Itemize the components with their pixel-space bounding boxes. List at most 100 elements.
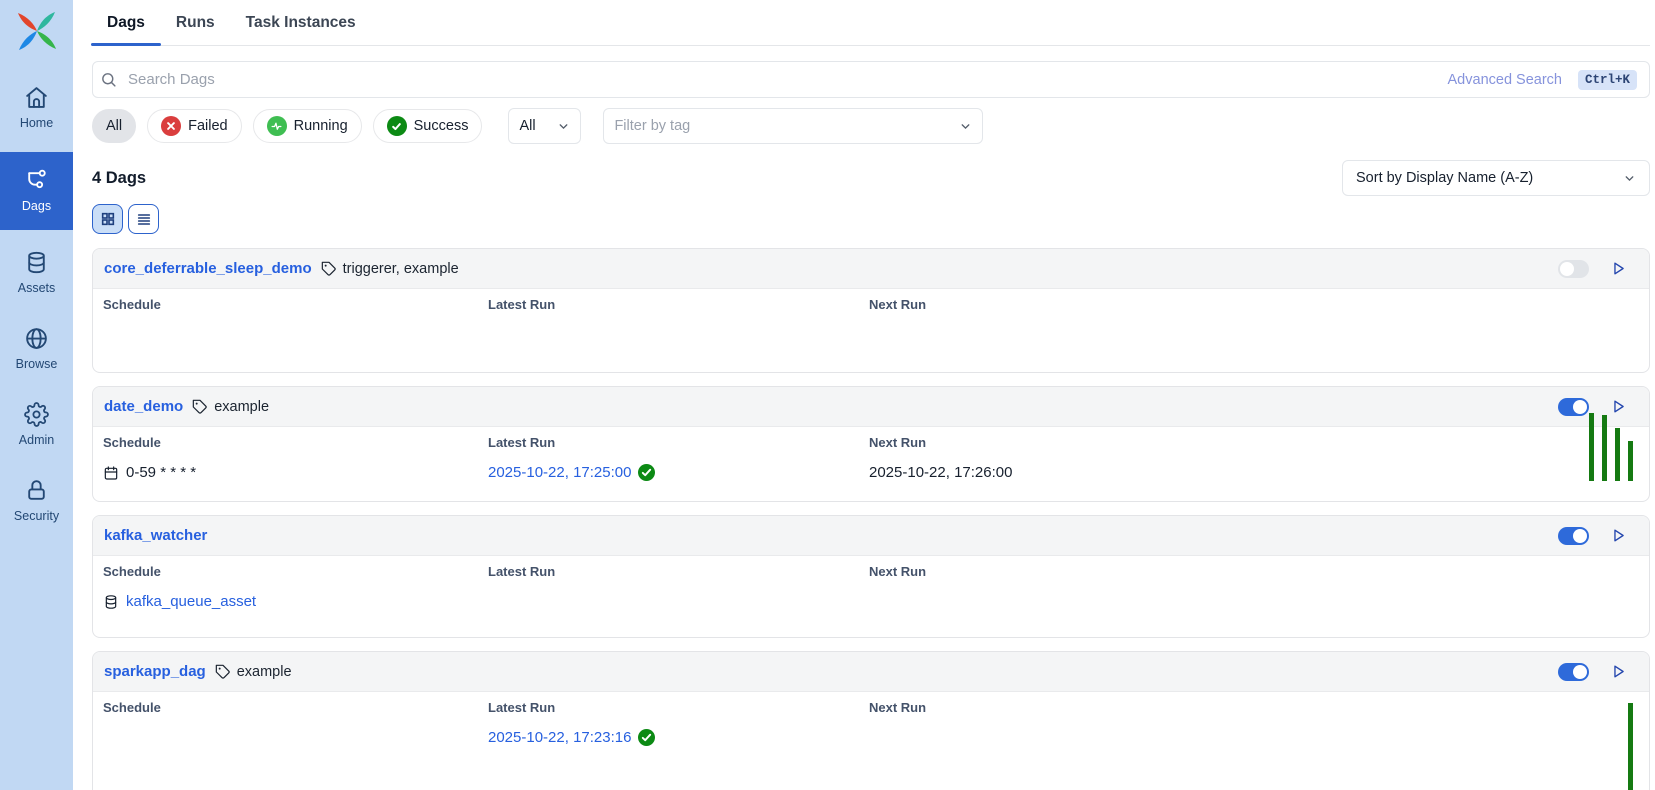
dag-card-body: Schedule Latest Run Next Run kafka_queue… — [93, 556, 1649, 610]
dag-card-header: kafka_watcher — [93, 516, 1649, 556]
sidebar-item-browse[interactable]: Browse — [0, 316, 73, 382]
sidebar-item-label: Assets — [18, 281, 56, 295]
trigger-dag-button[interactable] — [1610, 527, 1627, 544]
home-icon — [24, 85, 49, 110]
list-icon — [136, 211, 152, 227]
schedule-column-label: Schedule — [103, 700, 488, 715]
latest-run-value: 2025-10-22, 17:23:16 — [488, 729, 869, 746]
dag-tags: example — [192, 399, 269, 415]
schedule-column-label: Schedule — [103, 564, 488, 579]
sidebar-item-label: Admin — [19, 433, 54, 447]
dag-pause-toggle[interactable] — [1558, 663, 1589, 681]
filter-all-button[interactable]: All — [92, 109, 136, 143]
sidebar-item-label: Dags — [22, 199, 51, 213]
dag-card-core-deferrable-sleep-demo: core_deferrable_sleep_demo triggerer, ex… — [92, 248, 1650, 373]
success-state-icon — [387, 116, 407, 136]
tag-filter-select[interactable]: Filter by tag — [603, 108, 983, 144]
latest-run-link[interactable]: 2025-10-22, 17:23:16 — [488, 729, 631, 746]
schedule-asset-value: kafka_queue_asset — [103, 593, 488, 610]
grid-icon — [100, 211, 116, 227]
dag-card-body: Schedule Latest Run Next Run 2025-10-22,… — [93, 692, 1649, 746]
tag-icon — [321, 261, 337, 277]
admin-icon — [24, 402, 49, 427]
dag-card-kafka-watcher: kafka_watcher Schedule Latest Run Next R… — [92, 515, 1650, 638]
search-bar: Advanced Search Ctrl+K — [92, 61, 1650, 98]
next-run-column-label: Next Run — [869, 564, 1638, 579]
sidebar: Home Dags Assets Browse Admin Security — [0, 0, 73, 790]
schedule-asset-link[interactable]: kafka_queue_asset — [126, 593, 256, 610]
schedule-column-label: Schedule — [103, 435, 488, 450]
tab-dags[interactable]: Dags — [107, 14, 145, 45]
dag-name-link[interactable]: kafka_watcher — [104, 527, 207, 544]
sort-select[interactable]: Sort by Display Name (A-Z) — [1342, 160, 1650, 196]
state-select[interactable]: All — [508, 108, 581, 144]
dag-pause-toggle[interactable] — [1558, 527, 1589, 545]
search-icon — [100, 71, 117, 88]
sidebar-item-label: Home — [20, 116, 53, 130]
latest-run-column-label: Latest Run — [488, 435, 869, 450]
keyboard-shortcut-badge: Ctrl+K — [1578, 70, 1637, 90]
next-run-column-label: Next Run — [869, 435, 1638, 450]
dag-card-sparkapp-dag: sparkapp_dag example Schedule Latest Run… — [92, 651, 1650, 790]
sidebar-item-assets[interactable]: Assets — [0, 240, 73, 306]
play-icon — [1610, 663, 1627, 680]
summary-row: 4 Dags Sort by Display Name (A-Z) — [92, 160, 1650, 196]
advanced-search-link[interactable]: Advanced Search — [1448, 72, 1562, 88]
card-view-button[interactable] — [92, 204, 123, 234]
success-check-icon — [638, 464, 655, 481]
sidebar-item-admin[interactable]: Admin — [0, 392, 73, 458]
sidebar-item-label: Browse — [16, 357, 58, 371]
tag-icon — [192, 399, 208, 415]
dag-tags: example — [215, 664, 292, 680]
play-icon — [1610, 260, 1627, 277]
dag-name-link[interactable]: date_demo — [104, 398, 183, 415]
trigger-dag-button[interactable] — [1610, 663, 1627, 680]
recent-runs-bar-chart[interactable] — [1628, 703, 1633, 790]
security-icon — [24, 478, 49, 503]
chevron-down-icon — [959, 120, 972, 133]
dag-card-body: Schedule Latest Run Next Run 0-59 * * * … — [93, 427, 1649, 481]
success-check-icon — [638, 729, 655, 746]
trigger-dag-button[interactable] — [1610, 260, 1627, 277]
schedule-value: 0-59 * * * * — [103, 464, 488, 481]
state-filter-row: All Failed Running Success All Filter by… — [92, 108, 1650, 144]
sidebar-item-label: Security — [14, 509, 59, 523]
next-run-column-label: Next Run — [869, 700, 1638, 715]
play-icon — [1610, 527, 1627, 544]
next-run-column-label: Next Run — [869, 297, 1638, 312]
recent-runs-bar-chart[interactable] — [1589, 413, 1633, 481]
dag-pause-toggle[interactable] — [1558, 398, 1589, 416]
next-run-value: 2025-10-22, 17:26:00 — [869, 464, 1638, 481]
failed-state-icon — [161, 116, 181, 136]
dag-pause-toggle[interactable] — [1558, 260, 1589, 278]
dag-card-header: core_deferrable_sleep_demo triggerer, ex… — [93, 249, 1649, 289]
tab-runs[interactable]: Runs — [176, 14, 215, 45]
sidebar-item-dags[interactable]: Dags — [0, 152, 73, 230]
sidebar-item-home[interactable]: Home — [0, 75, 73, 141]
latest-run-column-label: Latest Run — [488, 297, 869, 312]
latest-run-value: 2025-10-22, 17:25:00 — [488, 464, 869, 481]
tab-bar: Dags Runs Task Instances — [92, 0, 1650, 46]
browse-icon — [24, 326, 49, 351]
chevron-down-icon — [557, 120, 570, 133]
latest-run-link[interactable]: 2025-10-22, 17:25:00 — [488, 464, 631, 481]
table-view-button[interactable] — [128, 204, 159, 234]
dag-card-body: Schedule Latest Run Next Run — [93, 289, 1649, 312]
running-state-icon — [267, 116, 287, 136]
dags-icon — [24, 168, 49, 193]
tag-icon — [215, 664, 231, 680]
schedule-column-label: Schedule — [103, 297, 488, 312]
assets-icon — [24, 250, 49, 275]
filter-success-button[interactable]: Success — [373, 109, 483, 143]
dag-name-link[interactable]: sparkapp_dag — [104, 663, 206, 680]
tab-task-instances[interactable]: Task Instances — [246, 14, 356, 45]
latest-run-column-label: Latest Run — [488, 564, 869, 579]
asset-database-icon — [103, 594, 119, 610]
filter-running-button[interactable]: Running — [253, 109, 362, 143]
dag-card-date-demo: date_demo example Schedule Latest Run Ne… — [92, 386, 1650, 502]
filter-failed-button[interactable]: Failed — [147, 109, 242, 143]
dag-name-link[interactable]: core_deferrable_sleep_demo — [104, 260, 312, 277]
calendar-icon — [103, 465, 119, 481]
search-input[interactable] — [126, 70, 1448, 89]
sidebar-item-security[interactable]: Security — [0, 468, 73, 534]
